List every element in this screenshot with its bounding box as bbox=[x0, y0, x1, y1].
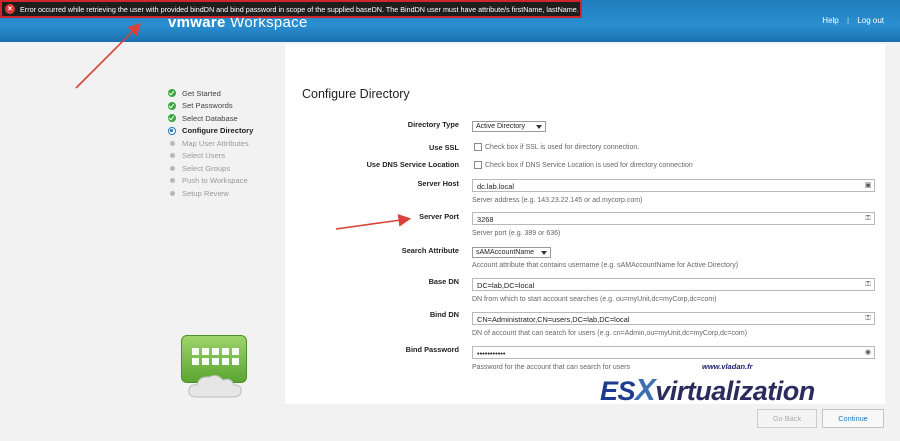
bind-dn-label: Bind DN bbox=[429, 310, 459, 319]
header-links: Help | Log out bbox=[816, 16, 884, 25]
base-dn-value: DC=lab,DC=local bbox=[477, 281, 535, 290]
step-get-started[interactable]: Get Started bbox=[168, 87, 253, 100]
server-host-help: Server address (e.g. 143.23.22.145 or ad… bbox=[472, 197, 643, 204]
use-dns-checkbox[interactable] bbox=[474, 161, 482, 169]
search-attribute-help: Account attribute that contains username… bbox=[472, 262, 739, 269]
use-ssl-help: Check box if SSL is used for directory c… bbox=[485, 144, 640, 151]
page-title: Configure Directory bbox=[302, 87, 410, 101]
reveal-icon[interactable]: ◉ bbox=[864, 349, 872, 357]
server-port-input[interactable]: 3268 ⚿ bbox=[472, 212, 875, 225]
pending-dot-icon bbox=[169, 178, 175, 184]
step-configure-directory[interactable]: Configure Directory bbox=[168, 125, 253, 138]
search-attribute-label: Search Attribute bbox=[401, 246, 459, 255]
error-x-icon: × bbox=[5, 4, 15, 14]
use-ssl-label: Use SSL bbox=[429, 143, 459, 152]
step-map-user-attributes: Map User Attributes bbox=[168, 137, 253, 150]
field-menu-icon: ▣ bbox=[864, 182, 872, 189]
watermark-es: ES bbox=[600, 376, 636, 406]
continue-button[interactable]: Continue bbox=[822, 409, 884, 428]
base-dn-help: DN from which to start account searches … bbox=[472, 296, 717, 303]
directory-type-select[interactable]: Active Directory bbox=[472, 121, 546, 132]
go-back-button[interactable]: Go Back bbox=[757, 409, 817, 428]
server-host-value: dc.lab.local bbox=[477, 182, 514, 191]
directory-type-label: Directory Type bbox=[407, 120, 459, 129]
bind-password-label: Bind Password bbox=[405, 345, 459, 354]
bind-password-help: Password for the account that can search… bbox=[472, 364, 630, 371]
step-label: Select Users bbox=[182, 151, 226, 161]
step-label: Get Started bbox=[182, 88, 221, 98]
server-port-help: Server port (e.g. 389 or 636) bbox=[472, 230, 561, 237]
pending-dot-icon bbox=[169, 165, 175, 171]
error-message: Error occurred while retrieving the user… bbox=[20, 4, 579, 14]
step-push-to-workspace: Push to Workspace bbox=[168, 175, 253, 188]
step-label: Set Passwords bbox=[182, 101, 233, 111]
base-dn-input[interactable]: DC=lab,DC=local ⚿ bbox=[472, 278, 875, 291]
configure-directory-panel: Configure Directory Directory Type Activ… bbox=[285, 44, 885, 404]
pending-dot-icon bbox=[169, 190, 175, 196]
directory-type-value: Active Directory bbox=[476, 123, 526, 130]
key-icon: ⚿ bbox=[865, 281, 871, 288]
link-separator: | bbox=[846, 16, 850, 25]
step-select-database[interactable]: Select Database bbox=[168, 112, 253, 125]
bind-dn-help: DN of account that can search for users … bbox=[472, 330, 748, 337]
base-dn-label: Base DN bbox=[428, 277, 459, 286]
check-circle-icon bbox=[168, 101, 176, 110]
use-dns-help: Check box if DNS Service Location is use… bbox=[485, 162, 693, 169]
server-port-label: Server Port bbox=[419, 212, 459, 221]
check-circle-icon bbox=[168, 89, 176, 98]
search-attribute-select[interactable]: sAMAccountName bbox=[472, 247, 551, 258]
bind-password-value: ••••••••••• bbox=[477, 349, 506, 358]
chevron-down-icon bbox=[536, 125, 542, 129]
step-label: Map User Attributes bbox=[182, 138, 249, 148]
chevron-down-icon bbox=[541, 251, 547, 255]
step-label: Select Groups bbox=[182, 163, 231, 173]
error-banner: × Error occurred while retrieving the us… bbox=[0, 0, 582, 18]
pending-dot-icon bbox=[169, 153, 175, 159]
app-grid-icon bbox=[192, 348, 239, 365]
step-set-passwords[interactable]: Set Passwords bbox=[168, 100, 253, 113]
step-select-users: Select Users bbox=[168, 150, 253, 163]
server-port-value: 3268 bbox=[477, 215, 494, 224]
bind-password-input[interactable]: ••••••••••• ◉ bbox=[472, 346, 875, 359]
step-label: Setup Review bbox=[182, 188, 229, 198]
watermark-x: X bbox=[635, 372, 656, 407]
step-label: Select Database bbox=[182, 113, 238, 123]
key-icon: ⚿ bbox=[865, 215, 871, 222]
step-label: Configure Directory bbox=[182, 126, 254, 136]
use-dns-label: Use DNS Service Location bbox=[366, 160, 459, 169]
check-circle-icon bbox=[168, 114, 176, 123]
cloud-icon bbox=[188, 375, 242, 398]
step-label: Push to Workspace bbox=[182, 176, 248, 186]
use-ssl-checkbox[interactable] bbox=[474, 143, 482, 151]
bind-dn-value: CN=Administrator,CN=users,DC=lab,DC=loca… bbox=[477, 315, 630, 324]
server-host-input[interactable]: dc.lab.local ▣ bbox=[472, 179, 875, 192]
current-step-icon bbox=[168, 126, 176, 135]
step-select-groups: Select Groups bbox=[168, 162, 253, 175]
watermark-virtualization: virtualization bbox=[655, 376, 815, 406]
help-link[interactable]: Help bbox=[822, 16, 838, 25]
workspace-app-icon bbox=[181, 333, 249, 401]
search-attribute-value: sAMAccountName bbox=[476, 249, 534, 256]
logout-link[interactable]: Log out bbox=[857, 16, 884, 25]
esx-virtualization-watermark: ESXvirtualization bbox=[600, 372, 815, 408]
bind-dn-input[interactable]: CN=Administrator,CN=users,DC=lab,DC=loca… bbox=[472, 312, 875, 325]
server-host-label: Server Host bbox=[417, 179, 460, 188]
wizard-steps: Get Started Set Passwords Select Databas… bbox=[168, 87, 253, 200]
pending-dot-icon bbox=[169, 140, 175, 146]
key-icon: ⚿ bbox=[865, 315, 871, 322]
step-setup-review: Setup Review bbox=[168, 187, 253, 200]
watermark-url: www.vladan.fr bbox=[702, 362, 753, 371]
